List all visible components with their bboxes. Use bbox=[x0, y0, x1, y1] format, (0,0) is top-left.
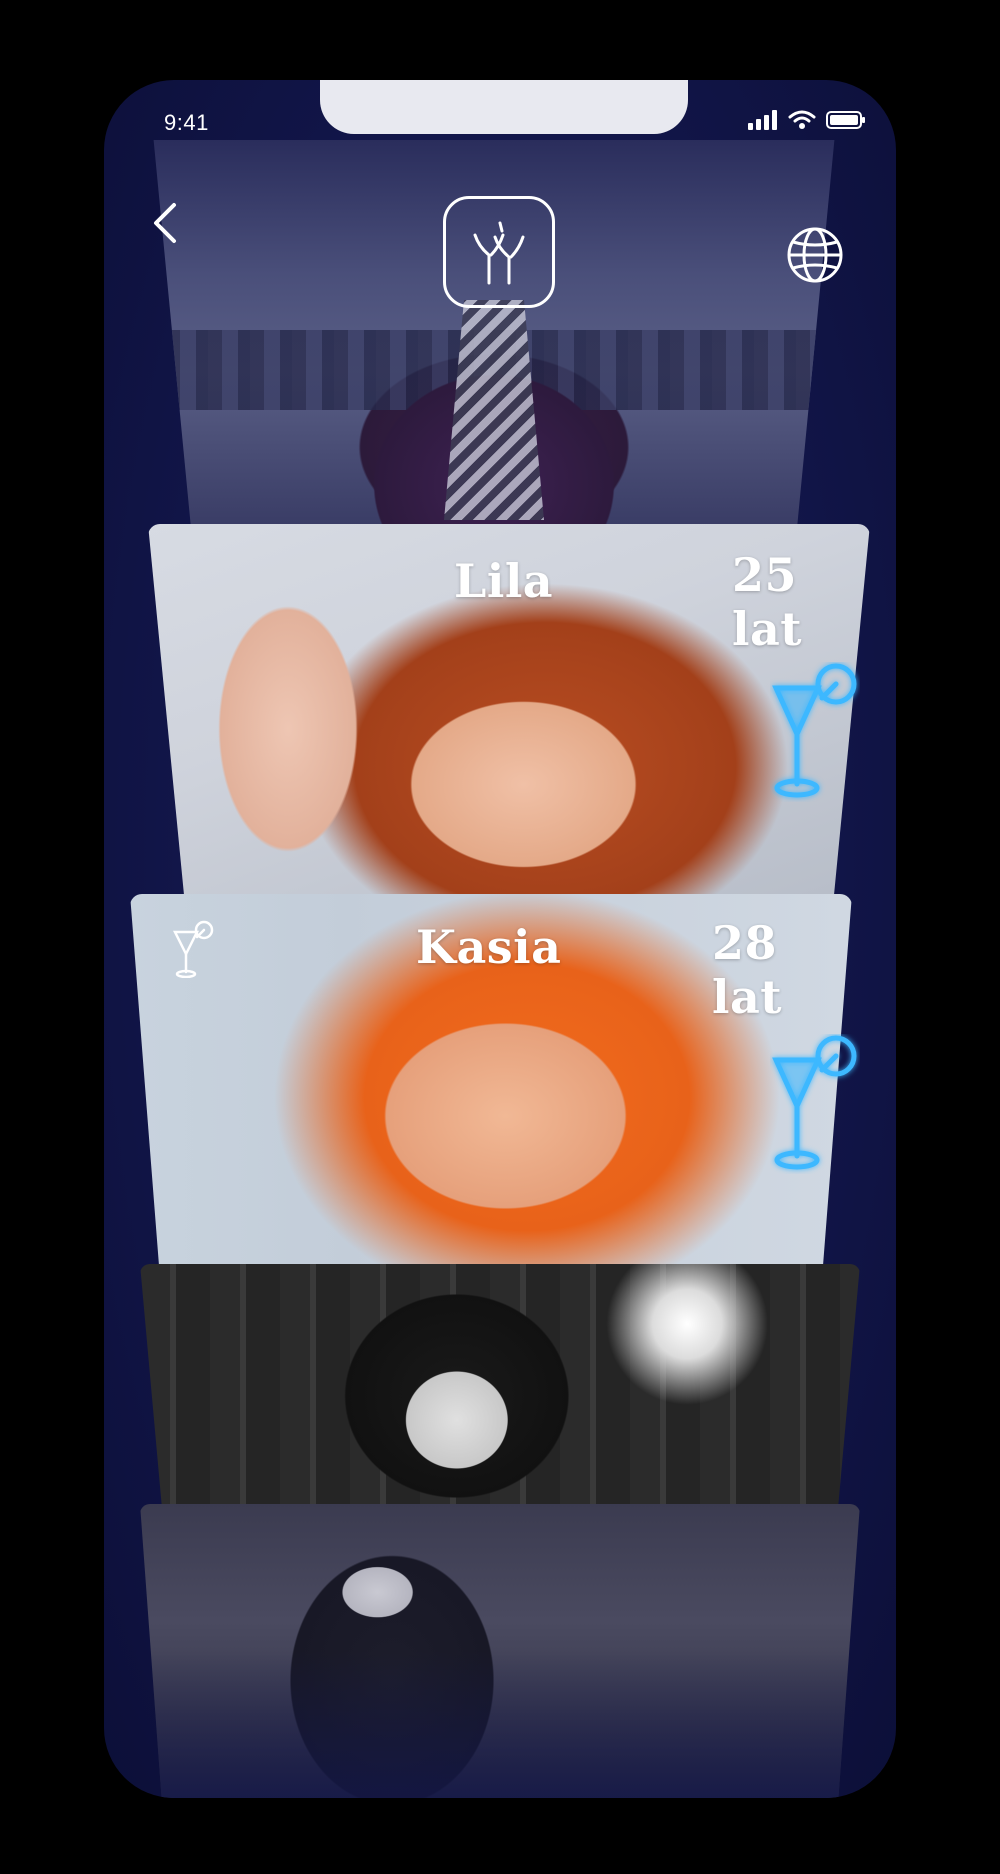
globe-icon bbox=[787, 227, 843, 283]
cocktail-glass-icon-small bbox=[172, 920, 214, 978]
cocktail-glass-icon[interactable] bbox=[770, 662, 860, 802]
profile-card-bw-2[interactable] bbox=[140, 1504, 860, 1798]
profile-age: 28 lat bbox=[712, 916, 783, 1024]
chevron-left-icon bbox=[154, 203, 176, 243]
profile-card-bw-1[interactable] bbox=[140, 1264, 860, 1504]
profile-name: Lila bbox=[454, 554, 554, 608]
device-notch bbox=[320, 80, 688, 134]
profile-card-lila[interactable]: Lila 25 lat bbox=[148, 524, 870, 896]
wifi-icon bbox=[788, 110, 816, 129]
app-logo-icon bbox=[473, 221, 525, 285]
profile-name: Kasia bbox=[416, 920, 562, 974]
back-button[interactable] bbox=[140, 198, 190, 248]
profile-card-kasia[interactable]: Kasia 28 lat bbox=[130, 894, 852, 1264]
profile-photo bbox=[140, 1264, 860, 1504]
cocktail-glass-icon[interactable] bbox=[770, 1034, 860, 1174]
phone-screen: 9:41 Lila 25 lat Kasia 28 lat bbox=[104, 80, 896, 1798]
language-button[interactable] bbox=[786, 226, 844, 284]
profile-age: 25 lat bbox=[732, 548, 803, 656]
battery-icon bbox=[826, 111, 865, 129]
status-icons bbox=[748, 110, 866, 130]
cellular-signal-icon bbox=[748, 110, 777, 130]
app-logo bbox=[443, 196, 555, 308]
status-time: 9:41 bbox=[164, 110, 209, 135]
